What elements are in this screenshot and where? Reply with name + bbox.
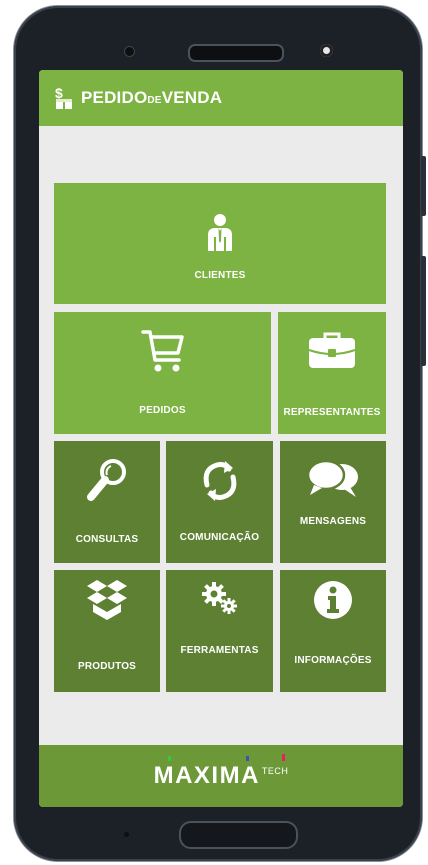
brand-sub: TECH (261, 766, 289, 776)
menu-label-representantes: REPRESENTANTES (283, 407, 381, 418)
menu-tile-informacoes[interactable]: INFORMAÇÕES (280, 570, 386, 692)
menu-label-mensagens: MENSAGENS (299, 516, 367, 527)
footer-bar: MAXIMA TECH (39, 745, 403, 807)
phone-frame: $ PEDIDODEVENDA CLIENTES PEDIDOS REPRESE… (14, 6, 426, 861)
logo-icon: $ (53, 85, 75, 111)
microphone (124, 832, 129, 837)
menu-tile-ferramentas[interactable]: FERRAMENTAS (166, 570, 273, 692)
logo-word-pedido: PEDIDO (81, 88, 148, 107)
menu-tile-mensagens[interactable]: MENSAGENS (280, 441, 386, 563)
svg-text:$: $ (55, 85, 63, 101)
menu-tile-produtos[interactable]: PRODUTOS (54, 570, 160, 692)
menu-tile-pedidos[interactable]: PEDIDOS (54, 312, 271, 434)
menu-label-ferramentas: FERRAMENTAS (180, 645, 259, 656)
gears-icon (200, 580, 240, 621)
menu-tile-clientes[interactable]: CLIENTES (54, 183, 386, 304)
menu-tile-representantes[interactable]: REPRESENTANTES (278, 312, 386, 434)
menu-label-comunicacao: COMUNICAÇÃO (179, 532, 260, 543)
power-button (421, 156, 426, 216)
briefcase-icon (307, 330, 357, 375)
menu-label-clientes: CLIENTES (194, 270, 246, 281)
cart-icon (140, 328, 185, 379)
user-icon (205, 213, 235, 256)
brand-dots-icon (167, 754, 285, 761)
box-icon (87, 578, 127, 625)
logo-text: PEDIDODEVENDA (81, 88, 222, 108)
earpiece (188, 44, 284, 62)
front-camera (124, 46, 135, 57)
logo-word-venda: VENDA (161, 88, 223, 107)
magnify-icon (85, 457, 129, 508)
app-bar: $ PEDIDODEVENDA (39, 70, 403, 126)
menu-label-consultas: CONSULTAS (75, 534, 139, 545)
app-logo: $ PEDIDODEVENDA (53, 85, 222, 111)
logo-word-de: DE (147, 95, 162, 106)
brand-logo: MAXIMA TECH (153, 754, 289, 790)
brand-name: MAXIMA (153, 762, 260, 789)
sync-icon (199, 459, 241, 508)
proximity-sensor (320, 44, 333, 57)
menu-tile-consultas[interactable]: CONSULTAS (54, 441, 160, 563)
app-screen: $ PEDIDODEVENDA CLIENTES PEDIDOS REPRESE… (39, 70, 403, 807)
home-button[interactable] (179, 821, 298, 849)
menu-label-informacoes: INFORMAÇÕES (294, 655, 372, 666)
volume-button (421, 256, 426, 366)
menu-label-produtos: PRODUTOS (77, 661, 137, 672)
menu-label-pedidos: PEDIDOS (139, 405, 186, 416)
chat-icon (306, 459, 360, 504)
info-icon (313, 580, 353, 625)
menu-tile-comunicacao[interactable]: COMUNICAÇÃO (166, 441, 273, 563)
